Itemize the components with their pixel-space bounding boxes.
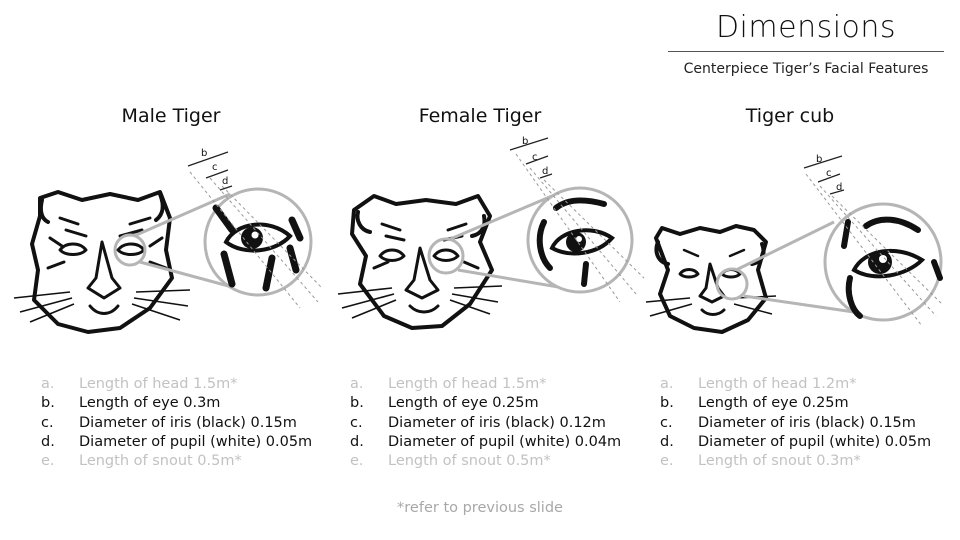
male-dim-label-d: d — [222, 176, 228, 187]
cub-item-c: c. Diameter of iris (black) 0.15m — [660, 414, 916, 431]
cub-item-e: e. Length of snout 0.3m* — [660, 453, 861, 470]
cub-item-b: b. Length of eye 0.25m — [660, 395, 849, 412]
panel-heading-female: Female Tiger — [418, 105, 542, 127]
cub-eye-magnifier — [715, 202, 943, 322]
female-item-a: a. Length of head 1.5m* — [350, 376, 547, 392]
male-dim-label-c: c — [212, 162, 218, 173]
male-dim-label-b: b — [201, 148, 207, 159]
cub-item-a: a. Length of head 1.2m* — [660, 376, 857, 392]
female-dim-label-b: b — [522, 136, 528, 147]
panel-heading-male: Male Tiger — [121, 105, 221, 127]
panel-heading-cub: Tiger cub — [745, 105, 835, 127]
footnote: *refer to previous slide — [397, 500, 563, 516]
female-dim-label-d: d — [542, 166, 548, 177]
male-feature-list: a. Length of head 1.5m* b. Length of eye 0… — [41, 375, 312, 471]
title-divider — [668, 51, 944, 52]
female-tiger-face — [350, 194, 494, 330]
female-item-e: e. Length of snout 0.5m* — [350, 453, 551, 470]
cub-dim-label-d: d — [836, 182, 842, 193]
cub-tiger-illustration: b c d — [645, 154, 943, 334]
cub-item-d: d. Diameter of pupil (white) 0.05m — [660, 433, 932, 450]
female-dim-label-c: c — [532, 152, 538, 163]
female-feature-list: a. Length of head 1.5m* b. Length of eye 0… — [350, 375, 621, 471]
page-title: Dimensions — [715, 10, 897, 45]
cub-dim-label-c: c — [826, 168, 832, 179]
page-subtitle: Centerpiece Tiger’s Facial Features — [683, 61, 929, 77]
male-tiger-whiskers — [13, 289, 191, 323]
female-tiger-illustration: b c d — [337, 136, 645, 330]
male-eye-magnifier — [113, 187, 313, 297]
cub-tiger-face — [654, 224, 768, 334]
female-item-c: c. Diameter of iris (black) 0.12m — [350, 414, 606, 431]
male-item-e: e. Length of snout 0.5m* — [41, 453, 242, 470]
female-item-b: b. Length of eye 0.25m — [350, 395, 539, 412]
male-tiger-illustration: b c d — [13, 148, 323, 334]
male-item-b: b. Length of eye 0.3m — [41, 395, 221, 412]
female-item-d: d. Diameter of pupil (white) 0.04m — [350, 433, 622, 450]
cub-dim-label-b: b — [816, 154, 822, 165]
male-item-d: d. Diameter of pupil (white) 0.05m — [41, 433, 313, 450]
male-item-a: a. Length of head 1.5m* — [41, 376, 238, 392]
male-item-c: c. Diameter of iris (black) 0.15m — [41, 414, 297, 431]
cub-feature-list: a. Length of head 1.2m* b. Length of eye 0… — [660, 375, 931, 471]
